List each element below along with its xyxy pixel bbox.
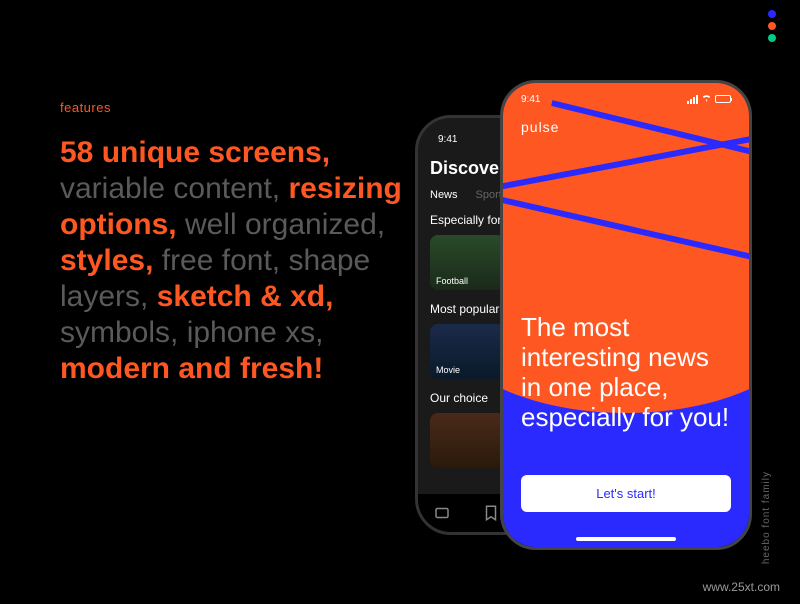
battery-icon	[715, 95, 731, 103]
content-card[interactable]: Football	[430, 235, 505, 290]
feature-segment: variable content,	[60, 172, 288, 205]
features-label: features	[60, 100, 111, 115]
home-icon[interactable]	[433, 504, 451, 522]
feature-segment: symbols, iphone xs,	[60, 316, 323, 349]
dot-blue	[768, 10, 776, 18]
content-card[interactable]: Movie	[430, 324, 505, 379]
dot-orange	[768, 22, 776, 30]
signal-icon	[687, 95, 698, 104]
feature-text: 58 unique screens, variable content, res…	[60, 135, 430, 387]
tab-news[interactable]: News	[430, 189, 458, 201]
statusbar-front: 9:41	[503, 83, 749, 115]
time-back: 9:41	[438, 134, 457, 145]
wifi-icon	[701, 93, 712, 105]
feature-segment: sketch & xd,	[157, 280, 334, 313]
bookmark-icon[interactable]	[482, 504, 500, 522]
feature-segment: 58 unique screens,	[60, 136, 330, 169]
tab-sport[interactable]: Sport	[476, 189, 502, 201]
dot-green	[768, 34, 776, 42]
cta-button[interactable]: Let's start!	[521, 475, 731, 512]
time-front: 9:41	[521, 94, 540, 105]
watermark: www.25xt.com	[703, 580, 780, 594]
hero-text: The most interesting news in one place, …	[521, 313, 731, 433]
font-family-note: heebo font family	[761, 471, 772, 564]
feature-segment: well organized,	[185, 208, 385, 241]
feature-segment: modern and fresh!	[60, 352, 323, 385]
accent-dots	[768, 10, 776, 42]
status-icons-front	[687, 93, 731, 105]
content-card[interactable]	[430, 413, 505, 468]
feature-segment: styles,	[60, 244, 162, 277]
phone-mockup-front: 9:41 pulse The most interesting news in …	[500, 80, 752, 550]
brand-logo: pulse	[521, 119, 559, 135]
home-indicator	[576, 537, 676, 541]
